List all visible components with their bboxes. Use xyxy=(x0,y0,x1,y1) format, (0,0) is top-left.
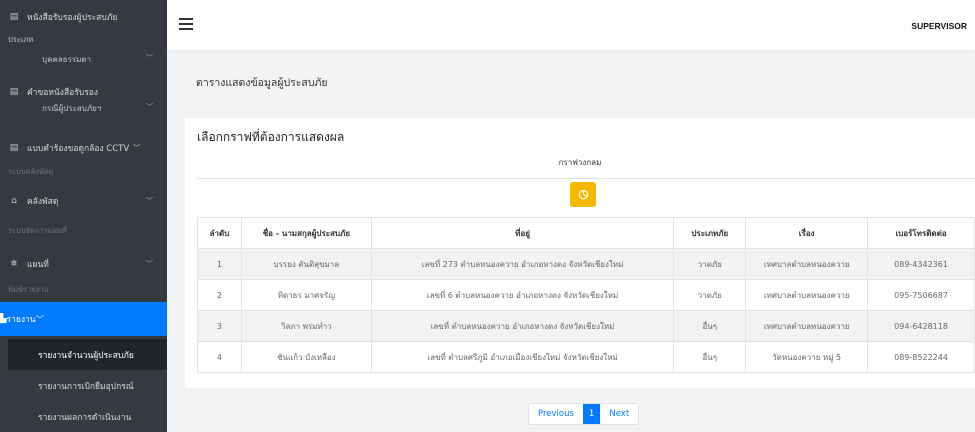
sidebar-item-map[interactable]: ⛯ แผนที่ ﹀ xyxy=(0,257,167,271)
table-row: 1 บรรยง ตันติสุขมาล เลขที่ 273 ตำบลหนองค… xyxy=(197,248,975,280)
sidebar-item-label: คลังพัสดุ xyxy=(27,197,59,207)
table-cell: เลขที่ ตำบลหนองควาย อำเภอหางดง จังหวัดเช… xyxy=(370,310,675,342)
sidebar-item-sublabel: ประเภท xyxy=(8,35,34,44)
table-cell: 095-7506687 xyxy=(867,279,975,311)
chevron-down-icon: ﹀ xyxy=(146,260,153,268)
table-cell: ทิดาธร มาศจรัญ xyxy=(240,279,372,311)
table-cell: บรรยง ตันติสุขมาล xyxy=(240,248,372,280)
sidebar-section-header: ระบบคลังพัสดุ xyxy=(8,167,54,176)
table-cell: ชันแก้ว บังเหลือง xyxy=(240,341,372,373)
pagination: Previous 1 Next xyxy=(528,403,640,425)
sidebar-item-certificate[interactable]: ▤ หนังสือรับรองผู้ประสบภัย xyxy=(0,10,167,24)
table-cell: เลขที่ 273 ตำบลหนองควาย อำเภอหางดง จังหว… xyxy=(370,248,675,280)
card-title: เลือกกราฟที่ต้องการแสดงผล xyxy=(197,130,345,144)
table-row: 3 วิลภา พรมทำว เลขที่ ตำบลหนองควาย อำเภอ… xyxy=(197,310,975,342)
table-cell: 2 xyxy=(197,279,242,311)
sidebar-sub-label: กรณีผู้ประสบภัยฯ xyxy=(42,104,102,113)
data-card: เลือกกราฟที่ต้องการแสดงผล กราฟวงกลม ลำดั… xyxy=(185,118,975,388)
table-cell: วิลภา พรมทำว xyxy=(240,310,372,342)
column-header: ชื่อ - นามสกุลผู้ประสบภัย xyxy=(240,217,372,249)
sidebar-child-result-report[interactable]: รายงานผลการดำเนินงาน xyxy=(0,401,167,432)
chevron-down-icon: ﹀ xyxy=(146,103,153,111)
victim-table: ลำดับ ชื่อ - นามสกุลผู้ประสบภัย ที่อยู่ … xyxy=(197,217,975,373)
table-cell: 089-4342361 xyxy=(867,248,975,280)
top-navbar: SUPERVISOR xyxy=(167,0,975,50)
chevron-down-icon: ﹀ xyxy=(35,315,45,325)
table-cell: วาตภัย xyxy=(673,279,747,311)
table-cell: เทศบาลตำบลหนองควาย xyxy=(745,310,869,342)
document-icon: ▤ xyxy=(9,12,19,22)
sidebar-item-request[interactable]: ▤ คำขอหนังสือรับรอง xyxy=(0,85,167,99)
sidebar-item-label: หนังสือรับรองผู้ประสบภัย xyxy=(27,13,118,23)
user-name[interactable]: SUPERVISOR xyxy=(911,21,967,31)
sidebar-item-label: แบบคำร้องขอดูกล้อง CCTV xyxy=(27,144,130,154)
table-cell: เลขที่ ตำบลศรีภูมิ อำเภอเมืองเชียงใหม่ จ… xyxy=(370,341,675,373)
chevron-down-icon: ﹀ xyxy=(146,197,153,205)
chevron-down-icon: ﹀ xyxy=(133,144,141,152)
previous-button[interactable]: Previous xyxy=(529,404,583,424)
sidebar-item-cctv[interactable]: ▤ แบบคำร้องขอดูกล้อง CCTV ﹀ xyxy=(0,141,167,155)
page-title: ตารางแสดงข้อมูลผู้ประสบภัย xyxy=(196,77,328,89)
table-cell: เทศบาลตำบลหนองควาย xyxy=(745,248,869,280)
sidebar-item-label: คำขอหนังสือรับรอง xyxy=(27,88,99,98)
column-header: เบอร์โทรติดต่อ xyxy=(867,217,975,249)
document-icon: ▤ xyxy=(9,143,19,153)
sidebar-sub-label: บุคคลธรรมดา xyxy=(42,55,92,64)
table-cell: อื่นๆ xyxy=(673,310,747,342)
page-button-1[interactable]: 1 xyxy=(582,404,601,424)
sidebar-item-report[interactable]: ▙ รายงาน ﹀ xyxy=(0,302,167,336)
next-button[interactable]: Next xyxy=(600,404,638,424)
column-header: ที่อยู่ xyxy=(370,217,675,249)
menu-icon[interactable] xyxy=(179,18,193,30)
divider xyxy=(197,178,975,179)
graph-label: กราฟวงกลม xyxy=(558,158,602,167)
sidebar-section-header: พิมพ์รายงาน xyxy=(8,285,49,294)
map-icon: ⛯ xyxy=(10,259,18,269)
table-header-row: ลำดับ ชื่อ - นามสกุลผู้ประสบภัย ที่อยู่ … xyxy=(197,217,975,249)
column-header: ประเภทภัย xyxy=(673,217,747,249)
table-cell: เลขที่ 6 ตำบลหนองควาย อำเภอหางดง จังหวัด… xyxy=(370,279,675,311)
table-cell: 094-6428118 xyxy=(867,310,975,342)
home-icon: ⌂ xyxy=(11,196,17,206)
sidebar: ▤ หนังสือรับรองผู้ประสบภัย ประเภท บุคคลธ… xyxy=(0,0,167,432)
sidebar-item-warehouse[interactable]: ⌂ คลังพัสดุ ﹀ xyxy=(0,194,167,208)
chevron-down-icon: ﹀ xyxy=(146,54,153,62)
table-cell: วาตภัย xyxy=(673,248,747,280)
column-header: เรื่อง xyxy=(745,217,869,249)
table-cell: 4 xyxy=(197,341,242,373)
sidebar-child-borrow-report[interactable]: รายงานการเบิกยืมอุปกรณ์ xyxy=(0,370,167,401)
column-header: ลำดับ xyxy=(197,217,242,249)
table-cell: อื่นๆ xyxy=(673,341,747,373)
table-row: 2 ทิดาธร มาศจรัญ เลขที่ 6 ตำบลหนองควาย อ… xyxy=(197,279,975,311)
table-cell: 1 xyxy=(197,248,242,280)
document-icon: ▤ xyxy=(9,87,19,97)
sidebar-section-header: ระบบจัดการแผนที่ xyxy=(8,226,67,235)
pie-chart-button[interactable] xyxy=(570,182,596,207)
sidebar-item-label: รายงาน xyxy=(6,315,36,325)
table-cell: 089-8522244 xyxy=(867,341,975,373)
table-cell: วัดหนองควาย หมู่ 5 xyxy=(745,341,869,373)
sidebar-item-label: แผนที่ xyxy=(27,260,49,270)
table-cell: เทศบาลตำบลหนองควาย xyxy=(745,279,869,311)
table-cell: 3 xyxy=(197,310,242,342)
sidebar-child-victim-report[interactable]: รายงานจำนวนผู้ประสบภัย xyxy=(8,339,167,370)
table-row: 4 ชันแก้ว บังเหลือง เลขที่ ตำบลศรีภูมิ อ… xyxy=(197,341,975,373)
pie-chart-icon xyxy=(578,189,588,200)
